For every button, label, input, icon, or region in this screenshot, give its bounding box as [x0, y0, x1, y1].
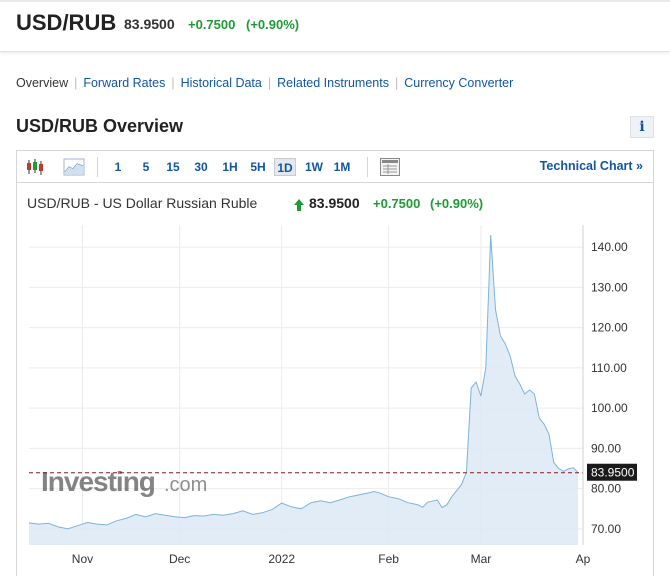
instrument-price: 83.9500: [124, 16, 175, 32]
y-tick-label: 140.00: [591, 240, 628, 254]
y-tick-label: 110.00: [591, 361, 627, 375]
instrument-title: USD/RUB: [16, 10, 117, 35]
watermark-brand: Investing: [41, 466, 155, 497]
subnav-separator: |: [74, 76, 78, 90]
y-tick-label: 130.00: [591, 280, 628, 294]
x-tick-label: Dec: [169, 552, 190, 566]
instrument-change-pct: (+0.90%): [246, 17, 300, 32]
chart-widget: 1 5 15 30 1H 5H 1D 1W 1M Technical Chart…: [16, 150, 654, 576]
instrument-change: +0.7500: [188, 17, 236, 32]
last-price-label-text: 83.9500: [591, 466, 635, 480]
subnav-forward-rates[interactable]: Forward Rates: [83, 76, 165, 90]
price-chart[interactable]: Investing .com 70.00 80.00 90.00 100.00 110.…: [17, 151, 653, 576]
y-tick-label: 100.00: [591, 401, 628, 415]
x-tick-label: Nov: [72, 552, 93, 566]
subnav-overview[interactable]: Overview: [16, 76, 68, 90]
instrument-subnav: Overview | Forward Rates | Historical Da…: [16, 74, 513, 92]
y-axis: 70.00 80.00 90.00 100.00 110.00 120.00 130.00 1…: [582, 225, 628, 545]
investing-watermark: Investing .com: [41, 466, 207, 497]
y-tick-label: 90.00: [591, 441, 621, 455]
x-axis: Nov Dec 2022 Feb Mar Ap: [72, 552, 591, 566]
instrument-header: USD/RUB 83.9500 +0.7500 (+0.90%): [0, 0, 670, 52]
x-tick-label: Mar: [471, 552, 492, 566]
y-tick-label: 80.00: [591, 482, 621, 496]
x-tick-label: Ap: [576, 552, 591, 566]
subnav-historical-data[interactable]: Historical Data: [181, 76, 262, 90]
subnav-separator: |: [394, 76, 399, 90]
y-tick-label: 120.00: [591, 321, 628, 335]
price-area: [29, 235, 579, 545]
subnav-separator: |: [171, 76, 175, 90]
info-icon[interactable]: i: [630, 116, 654, 138]
watermark-suffix: .com: [164, 474, 207, 496]
last-price-label: 83.9500: [587, 463, 637, 481]
x-tick-label: 2022: [268, 552, 295, 566]
subnav-separator: |: [267, 76, 272, 90]
header-top-divider: [0, 0, 670, 2]
y-tick-label: 70.00: [591, 522, 621, 536]
subnav-currency-converter[interactable]: Currency Converter: [404, 76, 513, 90]
overview-heading: USD/RUB Overview: [16, 116, 184, 136]
subnav-related-instruments[interactable]: Related Instruments: [277, 76, 389, 90]
x-tick-label: Feb: [378, 552, 399, 566]
